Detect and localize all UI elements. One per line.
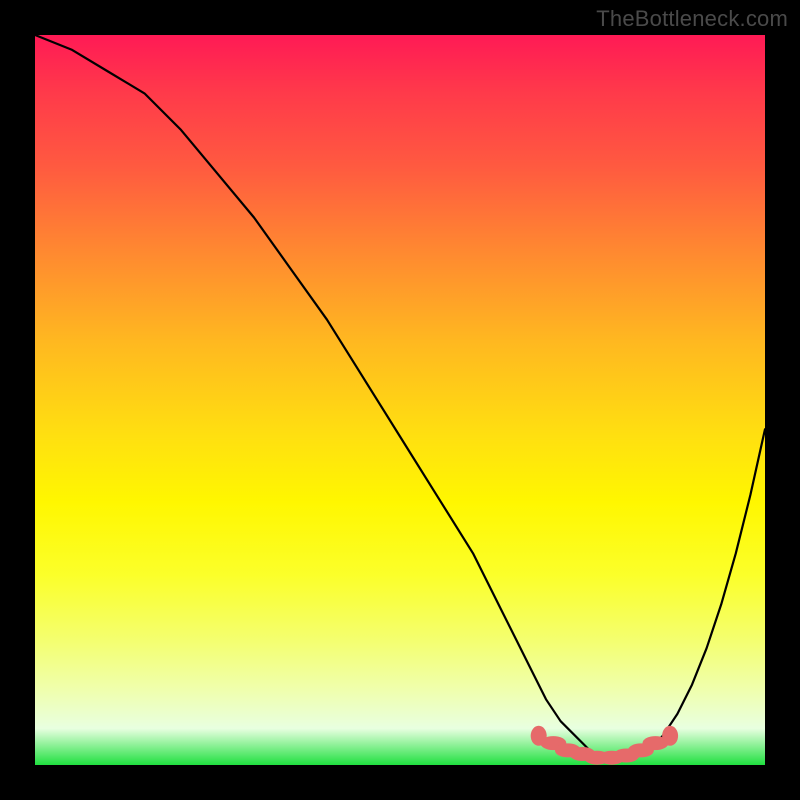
bottleneck-plot bbox=[35, 35, 765, 765]
chart-frame: TheBottleneck.com bbox=[0, 0, 800, 800]
attribution-label: TheBottleneck.com bbox=[596, 6, 788, 32]
optimal-cluster bbox=[531, 726, 678, 765]
bottleneck-curve bbox=[35, 35, 765, 758]
plot-svg bbox=[35, 35, 765, 765]
cluster-dot bbox=[662, 726, 678, 746]
